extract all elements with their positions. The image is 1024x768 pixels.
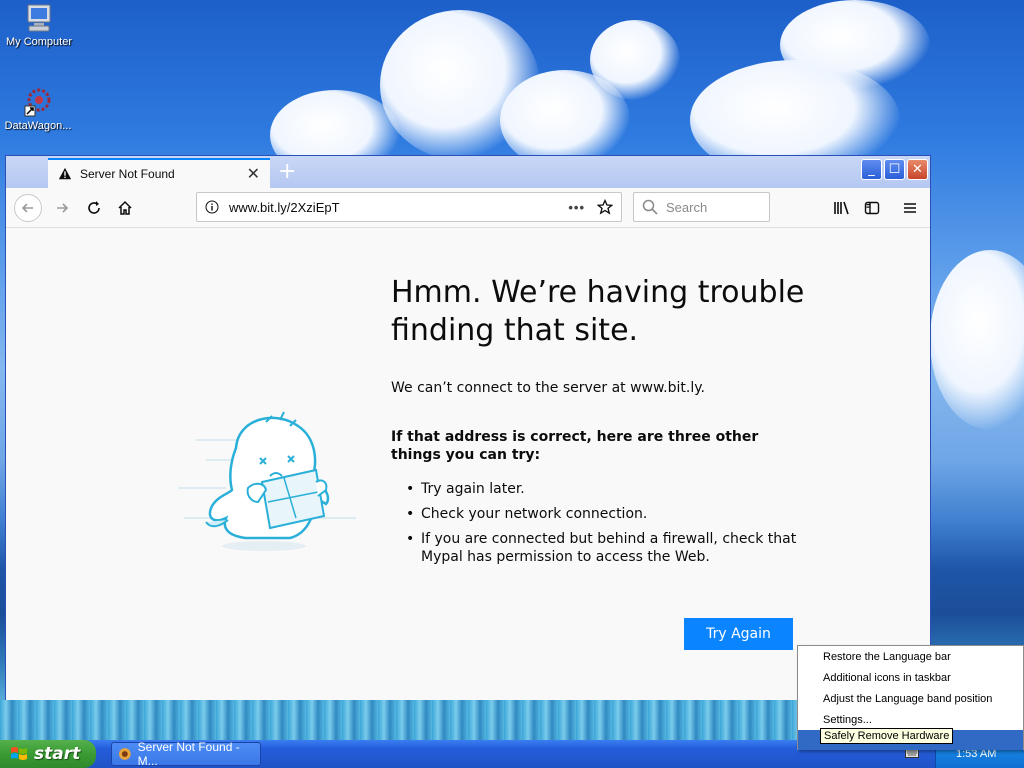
desktop-icon-my-computer[interactable]: My Computer [0, 2, 79, 48]
warning-icon [58, 167, 72, 180]
back-button[interactable] [14, 194, 42, 222]
menu-button[interactable] [896, 194, 924, 222]
datawagon-shortcut-icon [24, 88, 51, 117]
desktop-icon-label: My Computer [5, 36, 73, 48]
forward-arrow-icon [57, 203, 69, 213]
mypal-browser-icon [118, 748, 131, 760]
tab-title: Server Not Found [80, 167, 175, 181]
tab-close-icon[interactable]: ✕ [247, 164, 260, 184]
error-description: We can’t connect to the server at www.bi… [391, 380, 705, 396]
menu-item-additional-icons[interactable]: Additional icons in taskbar [798, 668, 1023, 688]
start-button[interactable]: start [0, 740, 96, 768]
url-bar[interactable]: www.bit.ly/2XziEpT ••• [196, 192, 622, 222]
search-icon [642, 199, 658, 215]
bookmark-star-icon[interactable] [597, 199, 613, 215]
wallpaper-cloud [590, 20, 680, 100]
wallpaper-cloud [930, 250, 1024, 430]
navigation-toolbar: www.bit.ly/2XziEpT ••• Search [6, 188, 930, 228]
forward-button[interactable] [48, 194, 76, 222]
url-text[interactable]: www.bit.ly/2XziEpT [229, 200, 340, 215]
try-again-button[interactable]: Try Again [684, 618, 793, 650]
menu-item-adjust-language-band[interactable]: Adjust the Language band position [798, 689, 1023, 709]
menu-item-settings[interactable]: Settings... [798, 710, 1023, 730]
back-arrow-icon [21, 203, 33, 213]
home-button[interactable] [111, 194, 139, 222]
reload-button[interactable] [80, 194, 108, 222]
taskbar-item-label: Server Not Found - M... [137, 740, 240, 768]
windows-flag-icon [11, 747, 27, 760]
tab-server-not-found[interactable]: Server Not Found ✕ [48, 158, 270, 188]
error-page: Hmm. We’re having trouble finding that s… [6, 228, 930, 700]
sad-monster-illustration-icon [178, 411, 356, 551]
info-icon[interactable] [205, 200, 219, 214]
sidebar-icon [864, 201, 880, 215]
list-item: If you are connected but behind a firewa… [406, 530, 806, 566]
hamburger-menu-icon [904, 203, 916, 213]
menu-item-restore-language-bar[interactable]: Restore the Language bar [798, 647, 1023, 667]
sidebar-button[interactable] [858, 194, 886, 222]
new-tab-button[interactable]: + [278, 160, 296, 184]
maximize-button[interactable]: ☐ [884, 159, 905, 180]
search-placeholder: Search [666, 199, 708, 215]
taskbar-item-browser[interactable]: Server Not Found - M... [111, 740, 261, 768]
home-icon [118, 200, 132, 215]
browser-titlebar: Server Not Found ✕ + _ ☐ ✕ [6, 156, 930, 188]
library-button[interactable] [828, 194, 856, 222]
list-item: Check your network connection. [406, 505, 806, 523]
error-suggestions-list: Try again later. Check your network conn… [406, 480, 806, 573]
search-bar[interactable]: Search [633, 192, 770, 222]
error-title: Hmm. We’re having trouble finding that s… [391, 275, 805, 348]
close-button[interactable]: ✕ [907, 159, 928, 180]
wallpaper-cloud [780, 0, 930, 90]
library-icon [834, 201, 849, 215]
minimize-button[interactable]: _ [861, 159, 882, 180]
computer-icon [27, 4, 51, 32]
browser-window: Server Not Found ✕ + _ ☐ ✕ www.bit.ly/2X… [5, 155, 931, 700]
reload-icon [88, 201, 100, 214]
desktop-icon-label: DataWagon... [4, 120, 72, 132]
error-suggestions-heading: If that address is correct, here are thr… [391, 429, 759, 463]
tooltip: Safely Remove Hardware [820, 728, 954, 744]
start-label: start [34, 744, 81, 764]
page-actions-icon[interactable]: ••• [568, 200, 585, 215]
list-item: Try again later. [406, 480, 806, 498]
desktop-icon-datawagon[interactable]: DataWagon... [0, 86, 78, 132]
